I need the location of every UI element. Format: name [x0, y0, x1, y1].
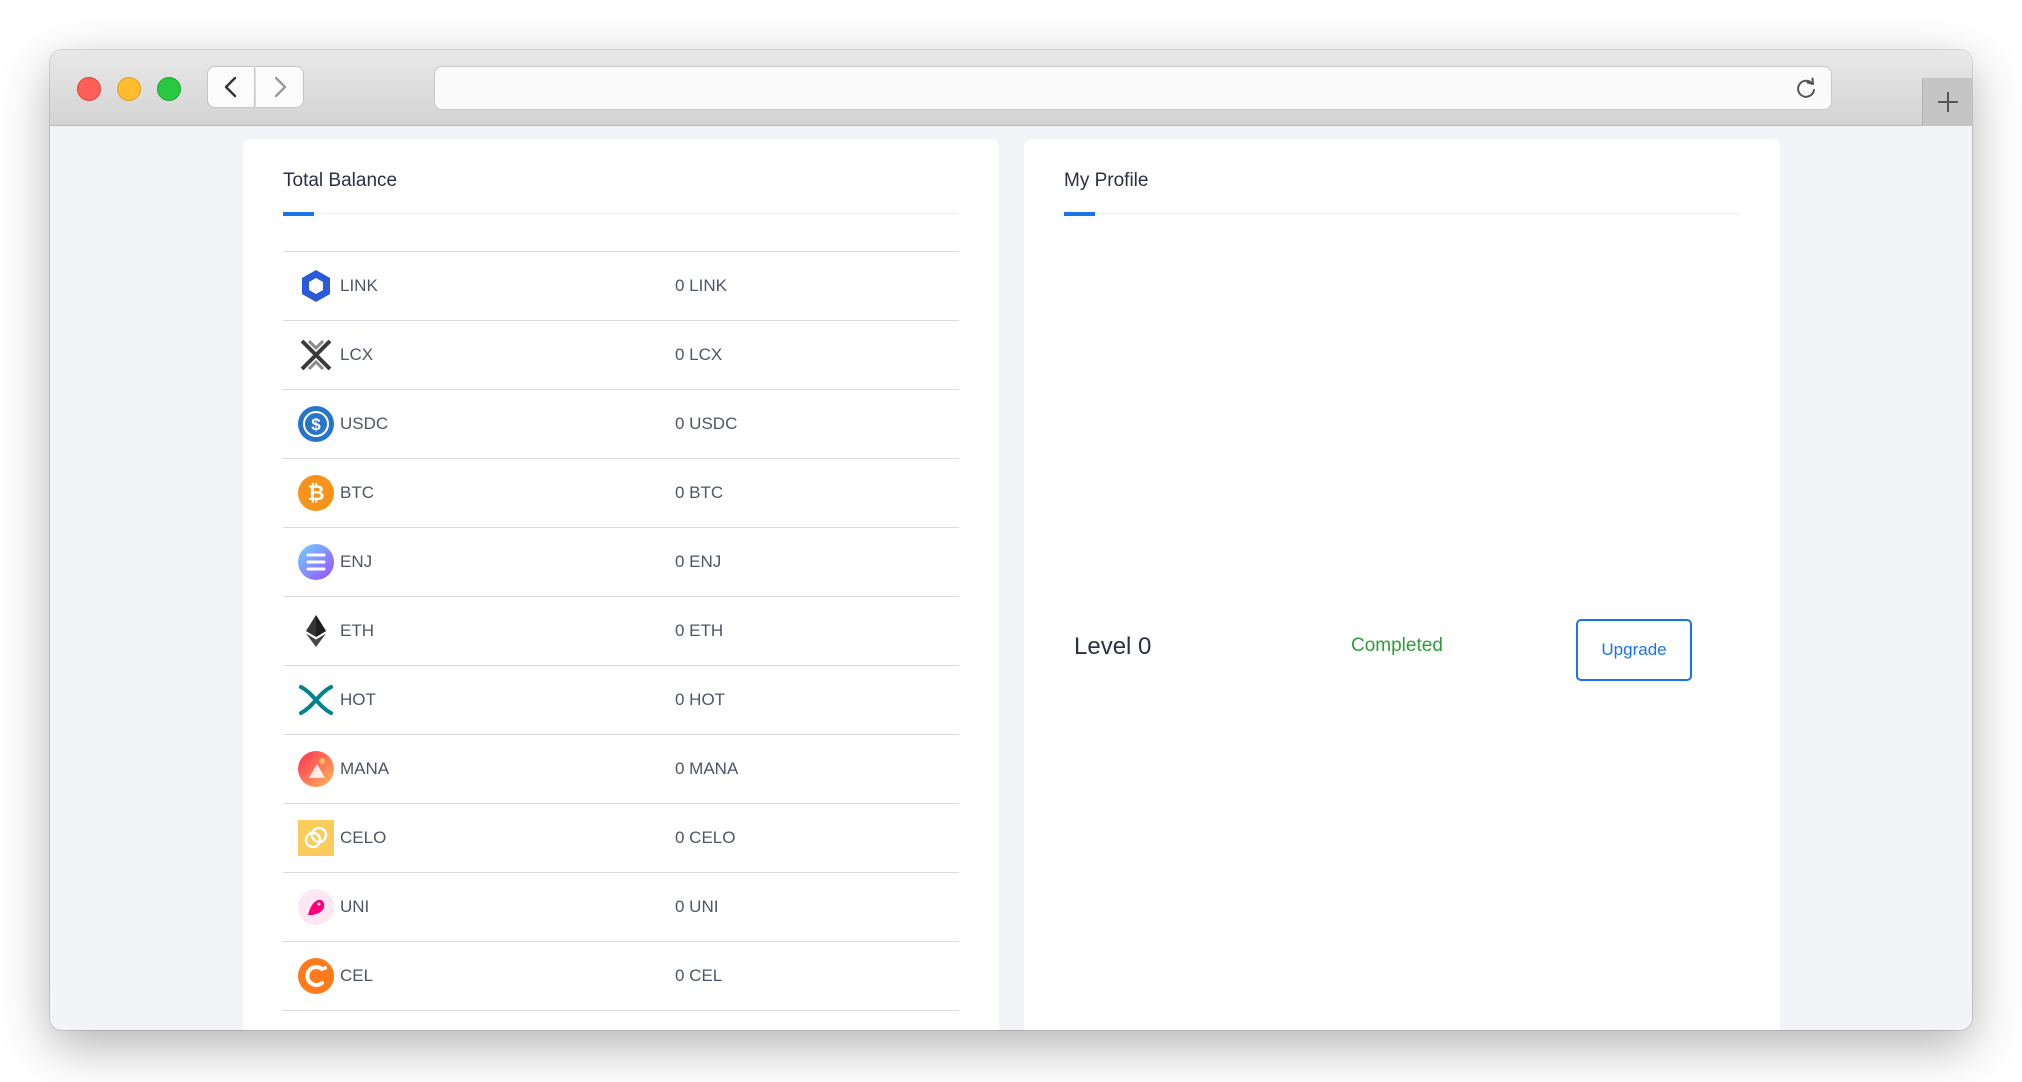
coin-row-btc: ₿ BTC 0 BTC: [283, 459, 959, 528]
coin-row-usdc: $ USDC 0 USDC: [283, 390, 959, 459]
coin-row-cel: CEL 0 CEL: [283, 942, 959, 1011]
zoom-window-button[interactable]: [157, 77, 181, 101]
decentraland-icon: [297, 750, 335, 788]
upgrade-button[interactable]: Upgrade: [1576, 619, 1692, 681]
coin-name: BTC: [340, 483, 374, 502]
coin-balance: 0 ENJ: [675, 552, 722, 571]
chainlink-icon: [297, 267, 335, 305]
minimize-window-button[interactable]: [117, 77, 141, 101]
status-badge: Completed: [1351, 635, 1443, 656]
coin-name: CEL: [340, 966, 374, 985]
forward-button[interactable]: [256, 66, 304, 108]
svg-text:₿: ₿: [307, 482, 324, 505]
coin-balance: 0 MANA: [675, 759, 739, 778]
coin-balance: 0 USDC: [675, 414, 738, 433]
close-window-button[interactable]: [77, 77, 101, 101]
bitcoin-icon: ₿: [297, 474, 335, 512]
coin-name: ENJ: [340, 552, 373, 571]
coin-name: CELO: [340, 828, 387, 847]
coin-name: MANA: [340, 759, 390, 778]
coin-row-lcx: LCX 0 LCX: [283, 321, 959, 390]
coin-name: HOT: [340, 690, 376, 709]
coin-row-uni: UNI 0 UNI: [283, 873, 959, 942]
panel-title: Total Balance: [283, 170, 398, 191]
coin-name: USDC: [340, 414, 389, 433]
lcx-icon: [297, 336, 335, 374]
coin-row-mana: MANA 0 MANA: [283, 735, 959, 804]
title-divider: [283, 213, 959, 214]
plus-icon: [1937, 92, 1958, 112]
coin-name: LINK: [340, 276, 378, 295]
coin-balance-list: LINK 0 LINK LCX 0 LCX $ USDC 0 USDC ₿ BT…: [283, 251, 959, 1011]
usdc-icon: $: [297, 405, 335, 443]
coin-row-link: LINK 0 LINK: [283, 252, 959, 321]
coin-balance: 0 BTC: [675, 483, 724, 502]
back-button[interactable]: [207, 66, 255, 108]
new-tab-button[interactable]: [1922, 78, 1972, 126]
total-balance-panel: Total Balance LINK 0 LINK LCX 0 LCX $ US…: [243, 139, 999, 1030]
coin-balance: 0 UNI: [675, 897, 719, 916]
ethereum-icon: [297, 612, 335, 650]
browser-window: Total Balance LINK 0 LINK LCX 0 LCX $ US…: [50, 50, 1972, 1030]
title-divider: [1064, 213, 1740, 214]
coin-balance: 0 CELO: [675, 828, 736, 847]
coin-row-eth: ETH 0 ETH: [283, 597, 959, 666]
verification-level: Level 0: [1074, 633, 1152, 660]
page-content: Total Balance LINK 0 LINK LCX 0 LCX $ US…: [50, 126, 1972, 1030]
svg-text:$: $: [311, 415, 321, 434]
uniswap-icon: [297, 888, 335, 926]
coin-row-enj: ENJ 0 ENJ: [283, 528, 959, 597]
coin-name: ETH: [340, 621, 374, 640]
panel-title: My Profile: [1064, 170, 1149, 191]
title-accent-bar: [283, 212, 314, 216]
coin-row-celo: CELO 0 CELO: [283, 804, 959, 873]
chevron-right-icon: [274, 76, 286, 98]
coin-balance: 0 LCX: [675, 345, 723, 364]
enjin-icon: [297, 543, 335, 581]
coin-row-hot: HOT 0 HOT: [283, 666, 959, 735]
coin-balance: 0 LINK: [675, 276, 727, 295]
celo-icon: [297, 819, 335, 857]
coin-name: LCX: [340, 345, 374, 364]
address-bar[interactable]: [434, 66, 1832, 110]
coin-balance: 0 ETH: [675, 621, 724, 640]
reload-icon[interactable]: [1793, 76, 1819, 102]
title-accent-bar: [1064, 212, 1095, 216]
chevron-left-icon: [224, 76, 237, 98]
coin-balance: 0 HOT: [675, 690, 726, 709]
coin-balance: 0 CEL: [675, 966, 723, 985]
celsius-icon: [297, 957, 335, 995]
coin-name: UNI: [340, 897, 370, 916]
holo-icon: [297, 681, 335, 719]
browser-toolbar: [50, 50, 1972, 126]
my-profile-panel: My Profile Level 0 Completed Upgrade: [1024, 139, 1780, 1030]
